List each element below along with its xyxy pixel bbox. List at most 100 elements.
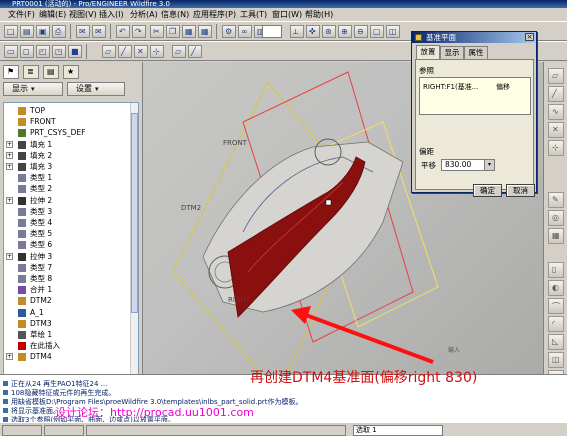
references-list[interactable]: RIGHT:F1(基准... 偏移 bbox=[419, 77, 531, 115]
tree-item[interactable]: 类型 3 bbox=[4, 206, 132, 217]
reorient-button[interactable]: ◫ bbox=[386, 25, 400, 38]
expand-icon[interactable]: + bbox=[6, 252, 13, 260]
chevron-down-icon[interactable]: ▾ bbox=[484, 160, 494, 170]
tree-item[interactable]: 类型 1 bbox=[4, 172, 132, 183]
tree-item[interactable]: 合并 1 bbox=[4, 284, 132, 295]
tree-item[interactable]: DTM2 bbox=[4, 295, 132, 306]
round-tool[interactable]: ◜ bbox=[548, 316, 564, 332]
reference-item[interactable]: RIGHT:F1(基准... bbox=[423, 82, 478, 92]
no-hidden-button[interactable]: ◳ bbox=[52, 45, 66, 58]
reference-constraint[interactable]: 偏移 bbox=[496, 82, 510, 92]
csys-tool[interactable]: ⊹ bbox=[548, 140, 564, 156]
scrollbar-thumb[interactable] bbox=[131, 113, 138, 313]
tree-item[interactable]: A_1 bbox=[4, 307, 132, 318]
menu-window[interactable]: 窗口(W) bbox=[272, 9, 302, 20]
tree-item[interactable]: + 填充 3 bbox=[4, 161, 132, 172]
tree-scrollbar[interactable] bbox=[130, 103, 138, 399]
tree-item[interactable]: 类型 7 bbox=[4, 262, 132, 273]
menu-file[interactable]: 文件(F) bbox=[8, 9, 35, 20]
paste-button[interactable]: ▦ bbox=[182, 25, 196, 38]
regenerate-button[interactable]: ⚙ bbox=[222, 25, 236, 38]
expand-icon[interactable]: + bbox=[6, 140, 13, 148]
menu-view[interactable]: 视图(V) bbox=[69, 9, 97, 20]
refit-button[interactable]: ▢ bbox=[370, 25, 384, 38]
hole-tool[interactable]: ◎ bbox=[548, 210, 564, 226]
zoom-in-button[interactable]: ⊕ bbox=[338, 25, 352, 38]
orient-mode-button[interactable]: ⊛ bbox=[322, 25, 336, 38]
expand-icon[interactable]: + bbox=[6, 151, 13, 159]
shading-button[interactable]: ■ bbox=[68, 45, 82, 58]
tab-properties[interactable]: 属性 bbox=[464, 46, 488, 59]
tree-item[interactable]: DTM3 bbox=[4, 318, 132, 329]
datum-curve-tool[interactable]: ∿ bbox=[548, 104, 564, 120]
tree-item[interactable]: + DTM4 bbox=[4, 351, 132, 362]
tree-item[interactable]: 类型 2 bbox=[4, 183, 132, 194]
expand-icon[interactable]: + bbox=[6, 196, 13, 204]
show-menu-button[interactable]: 显示 ▾ bbox=[3, 82, 63, 96]
shell-tool[interactable]: ◫ bbox=[548, 352, 564, 368]
datum-point-tool[interactable]: ✕ bbox=[548, 122, 564, 138]
tree-item[interactable]: 在此插入 bbox=[4, 340, 132, 351]
favorites-tab[interactable]: ★ bbox=[63, 65, 79, 79]
tree-item[interactable]: FRONT bbox=[4, 116, 132, 127]
tree-item[interactable]: 类型 8 bbox=[4, 273, 132, 284]
datum-axis-tool[interactable]: ╱ bbox=[548, 86, 564, 102]
undo-button[interactable]: ↶ bbox=[116, 25, 130, 38]
display-style-dropdown[interactable] bbox=[262, 25, 282, 38]
offset-value-field[interactable]: 830.00 ▾ bbox=[441, 159, 495, 171]
tree-item[interactable]: + 拉伸 3 bbox=[4, 251, 132, 262]
copy-button[interactable]: ❐ bbox=[166, 25, 180, 38]
email-link-button[interactable]: ✉ bbox=[92, 25, 106, 38]
zoom-out-button[interactable]: ⊖ bbox=[354, 25, 368, 38]
menu-analysis[interactable]: 分析(A) bbox=[130, 9, 158, 20]
email-button[interactable]: ✉ bbox=[76, 25, 90, 38]
pattern-tool[interactable]: ▦ bbox=[548, 228, 564, 244]
axis-display-button[interactable]: ╱ bbox=[118, 45, 132, 58]
folder-tab[interactable]: ▤ bbox=[43, 65, 59, 79]
menu-applications[interactable]: 应用程序(P) bbox=[193, 9, 236, 20]
dialog-title-bar[interactable]: 基准平面 × bbox=[412, 32, 536, 43]
settings-menu-button[interactable]: 设置 ▾ bbox=[67, 82, 125, 96]
menu-insert[interactable]: 插入(I) bbox=[99, 9, 124, 20]
menu-help[interactable]: 帮助(H) bbox=[305, 9, 333, 20]
extrude-tool[interactable]: ▯ bbox=[548, 262, 564, 278]
tree-item[interactable]: TOP bbox=[4, 105, 132, 116]
expand-icon[interactable]: + bbox=[6, 353, 13, 361]
revolve-tool[interactable]: ◐ bbox=[548, 280, 564, 296]
menu-edit[interactable]: 编辑(E) bbox=[39, 9, 66, 20]
new-file-button[interactable]: □ bbox=[4, 25, 18, 38]
menu-info[interactable]: 信息(N) bbox=[161, 9, 189, 20]
tree-item[interactable]: 类型 6 bbox=[4, 239, 132, 250]
point-display-button[interactable]: ✕ bbox=[134, 45, 148, 58]
print-button[interactable]: ⎙ bbox=[52, 25, 66, 38]
tab-placement[interactable]: 放置 bbox=[416, 45, 440, 59]
chamfer-tool[interactable]: ◺ bbox=[548, 334, 564, 350]
drag-handle[interactable] bbox=[325, 199, 332, 206]
tree-item[interactable]: + 填充 2 bbox=[4, 150, 132, 161]
sketch-tool[interactable]: ✎ bbox=[548, 192, 564, 208]
plane-display-button[interactable]: ▱ bbox=[102, 45, 116, 58]
sweep-tool[interactable]: ⌒ bbox=[548, 298, 564, 314]
repaint-button[interactable]: ▭ bbox=[4, 45, 18, 58]
close-icon[interactable]: × bbox=[525, 33, 534, 41]
tree-item[interactable]: PRT_CSYS_DEF bbox=[4, 127, 132, 138]
tree-item[interactable]: + 拉伸 2 bbox=[4, 195, 132, 206]
tree-item[interactable]: + 填充 1 bbox=[4, 139, 132, 150]
csys-display-button[interactable]: ⊹ bbox=[150, 45, 164, 58]
datum-display-button[interactable]: ⟂ bbox=[290, 25, 304, 38]
cancel-button[interactable]: 取消 bbox=[506, 184, 535, 197]
search-button[interactable]: ∞ bbox=[238, 25, 252, 38]
paste-special-button[interactable]: ▦ bbox=[198, 25, 212, 38]
open-file-button[interactable]: ▤ bbox=[20, 25, 34, 38]
hidden-line-button[interactable]: ◰ bbox=[36, 45, 50, 58]
datum-axis-tool-button[interactable]: ╱ bbox=[188, 45, 202, 58]
tree-item[interactable]: 类型 5 bbox=[4, 228, 132, 239]
tree-item[interactable]: 草绘 1 bbox=[4, 329, 132, 340]
menu-tools[interactable]: 工具(T) bbox=[240, 9, 267, 20]
selection-filter-dropdown[interactable]: 选取 1 bbox=[353, 425, 443, 436]
redo-button[interactable]: ↷ bbox=[132, 25, 146, 38]
tree-item[interactable]: 类型 4 bbox=[4, 217, 132, 228]
layer-tab[interactable]: ≣ bbox=[23, 65, 39, 79]
expand-icon[interactable]: + bbox=[6, 163, 13, 170]
save-button[interactable]: ▣ bbox=[36, 25, 50, 38]
